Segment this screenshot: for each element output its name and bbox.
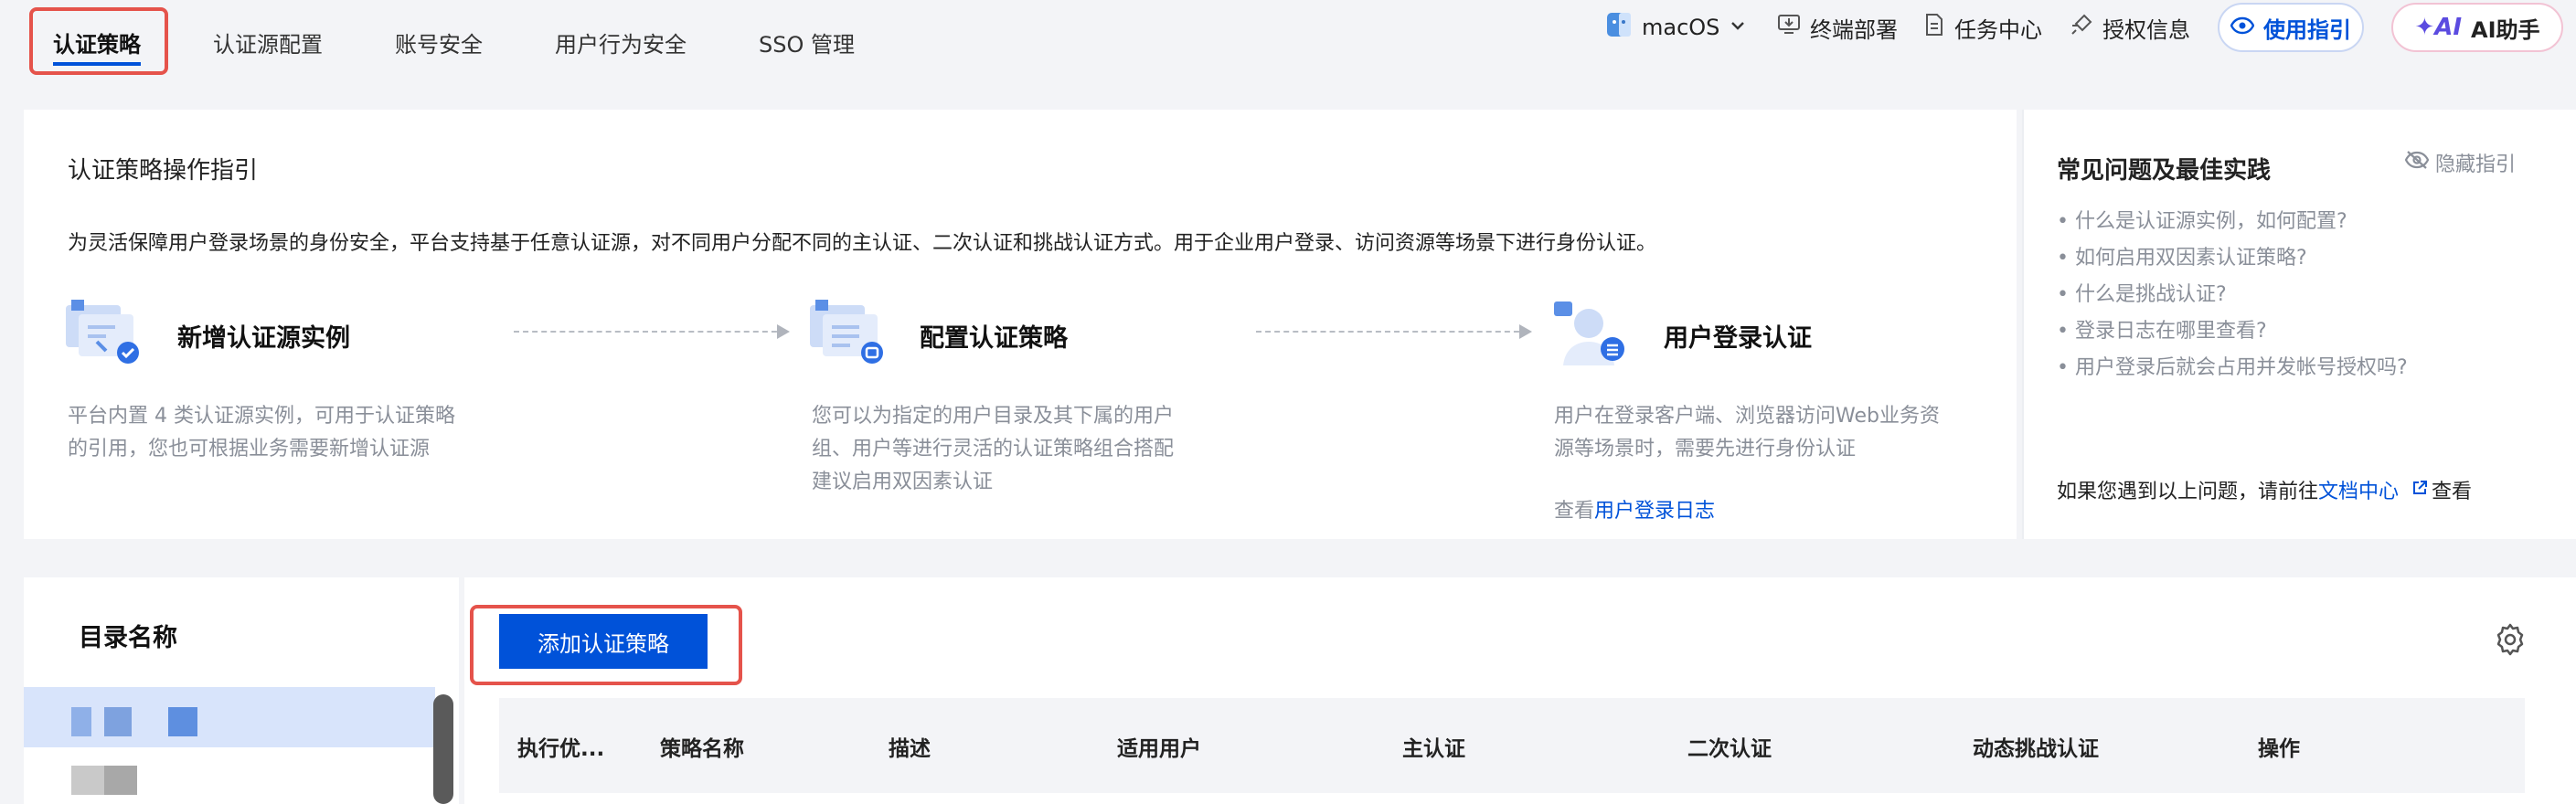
download-monitor-icon [1777, 13, 1801, 42]
usage-guide-button[interactable]: 使用指引 [2218, 3, 2364, 52]
step-1-desc-line-2: 的引用，您也可根据业务需要新增认证源 [68, 438, 431, 460]
policy-table-header [499, 698, 2525, 793]
macos-finder-icon [1605, 11, 1633, 44]
eye-off-icon [2404, 150, 2430, 175]
auth-source-illustration-icon [66, 300, 148, 371]
redacted-block [104, 766, 137, 795]
license-stamp-icon [2070, 13, 2093, 42]
hide-guide-label: 隐藏指引 [2435, 153, 2517, 176]
tab-auth-source-config[interactable]: 认证源配置 [213, 0, 323, 73]
directory-item-selected[interactable] [24, 687, 435, 747]
terminal-deploy-label: 终端部署 [1810, 16, 1898, 43]
faq-item[interactable]: • 什么是挑战认证? [2057, 278, 2227, 307]
directory-item[interactable] [71, 766, 137, 795]
step-3-desc-line-1: 用户在登录客户端、浏览器访问Web业务资 [1554, 405, 1940, 428]
redacted-block [71, 766, 104, 795]
column-header-priority[interactable]: 执行优... [517, 731, 604, 762]
document-icon [1923, 13, 1945, 42]
step-2-title: 配置认证策略 [920, 324, 1068, 353]
user-login-illustration-icon [1554, 300, 1636, 371]
column-header-description: 描述 [889, 737, 931, 761]
ai-badge: AI [2434, 14, 2463, 41]
task-center-label: 任务中心 [1954, 16, 2042, 43]
gear-icon[interactable] [2494, 623, 2527, 660]
chevron-down-icon [1729, 15, 1747, 40]
tab-account-security[interactable]: 账号安全 [395, 0, 483, 73]
column-header-applicable-users: 适用用户 [1117, 737, 1201, 761]
usage-guide-label: 使用指引 [2263, 16, 2351, 43]
os-label: macOS [1642, 15, 1720, 40]
ai-assistant-button[interactable]: ✦AI AI助手 [2391, 3, 2563, 52]
column-header-dynamic-challenge: 动态挑战认证 [1973, 737, 2099, 761]
step-arrow-1 [514, 324, 790, 339]
step-1-desc-line-1: 平台内置 4 类认证源实例，可用于认证策略 [68, 405, 455, 428]
hide-guide-button[interactable]: 隐藏指引 [2404, 148, 2516, 177]
faq-item[interactable]: • 什么是认证源实例，如何配置? [2057, 205, 2347, 234]
task-center-link[interactable]: 任务中心 [1923, 0, 2042, 55]
terminal-deploy-link[interactable]: 终端部署 [1777, 0, 1898, 55]
faq-title: 常见问题及最佳实践 [2057, 157, 2272, 185]
license-info-link[interactable]: 授权信息 [2070, 0, 2190, 55]
top-navigation-bar: 认证策略 认证源配置 账号安全 用户行为安全 SSO 管理 macOS 终端部署… [0, 0, 2576, 75]
guide-description: 为灵活保障用户登录场景的身份安全，平台支持基于任意认证源，对不同用户分配不同的主… [68, 232, 1657, 255]
faq-item[interactable]: • 用户登录后就会占用并发帐号授权吗? [2057, 351, 2408, 380]
step-2-desc-line-3: 建议启用双因素认证 [812, 471, 994, 493]
faq-footer-suffix: 查看 [2432, 481, 2473, 503]
tab-sso-management[interactable]: SSO 管理 [759, 0, 855, 73]
faq-footer-prefix: 如果您遇到以上问题，请前往 [2057, 481, 2319, 503]
step-arrow-2 [1256, 324, 1532, 339]
faq-item[interactable]: • 如何启用双因素认证策略? [2057, 241, 2307, 270]
policy-config-illustration-icon [810, 300, 892, 371]
column-header-primary-auth: 主认证 [1402, 737, 1465, 761]
step-1-title: 新增认证源实例 [177, 324, 350, 353]
column-header-second-auth: 二次认证 [1687, 737, 1772, 761]
login-log-prefix: 查看 [1554, 500, 1595, 523]
external-link-icon [2411, 479, 2428, 502]
doc-center-link[interactable]: 文档中心 [2318, 475, 2399, 504]
faq-footer: 如果您遇到以上问题，请前往 文档中心 查看 [2057, 475, 2472, 504]
directory-title: 目录名称 [79, 624, 177, 652]
add-button-highlight [470, 605, 742, 685]
login-log-hint: 查看用户登录日志 [1554, 495, 1715, 528]
step-3-title: 用户登录认证 [1664, 324, 1812, 353]
tab-user-behavior-security[interactable]: 用户行为安全 [555, 0, 687, 73]
step-2-desc-line-2: 组、用户等进行灵活的认证策略组合搭配 [812, 438, 1175, 460]
redacted-block [168, 707, 197, 736]
ai-assistant-label: AI助手 [2471, 16, 2540, 43]
active-tab-highlight [29, 7, 168, 75]
redacted-block [71, 707, 91, 736]
eye-icon [2230, 15, 2255, 40]
os-selector[interactable]: macOS [1605, 0, 1747, 55]
faq-item[interactable]: • 登录日志在哪里查看? [2057, 314, 2267, 344]
user-login-log-link[interactable]: 用户登录日志 [1594, 500, 1715, 523]
step-2-desc-line-1: 您可以为指定的用户目录及其下属的用户 [812, 405, 1175, 428]
directory-scrollbar[interactable] [433, 694, 453, 804]
sparkle-ai-icon: ✦AI [2414, 14, 2463, 41]
redacted-block [104, 707, 132, 736]
column-header-actions: 操作 [2258, 737, 2300, 761]
license-info-label: 授权信息 [2102, 16, 2190, 43]
column-header-policy-name: 策略名称 [660, 737, 744, 761]
guide-title: 认证策略操作指引 [68, 157, 259, 185]
step-3-desc-line-2: 源等场景时，需要先进行身份认证 [1554, 438, 1857, 460]
